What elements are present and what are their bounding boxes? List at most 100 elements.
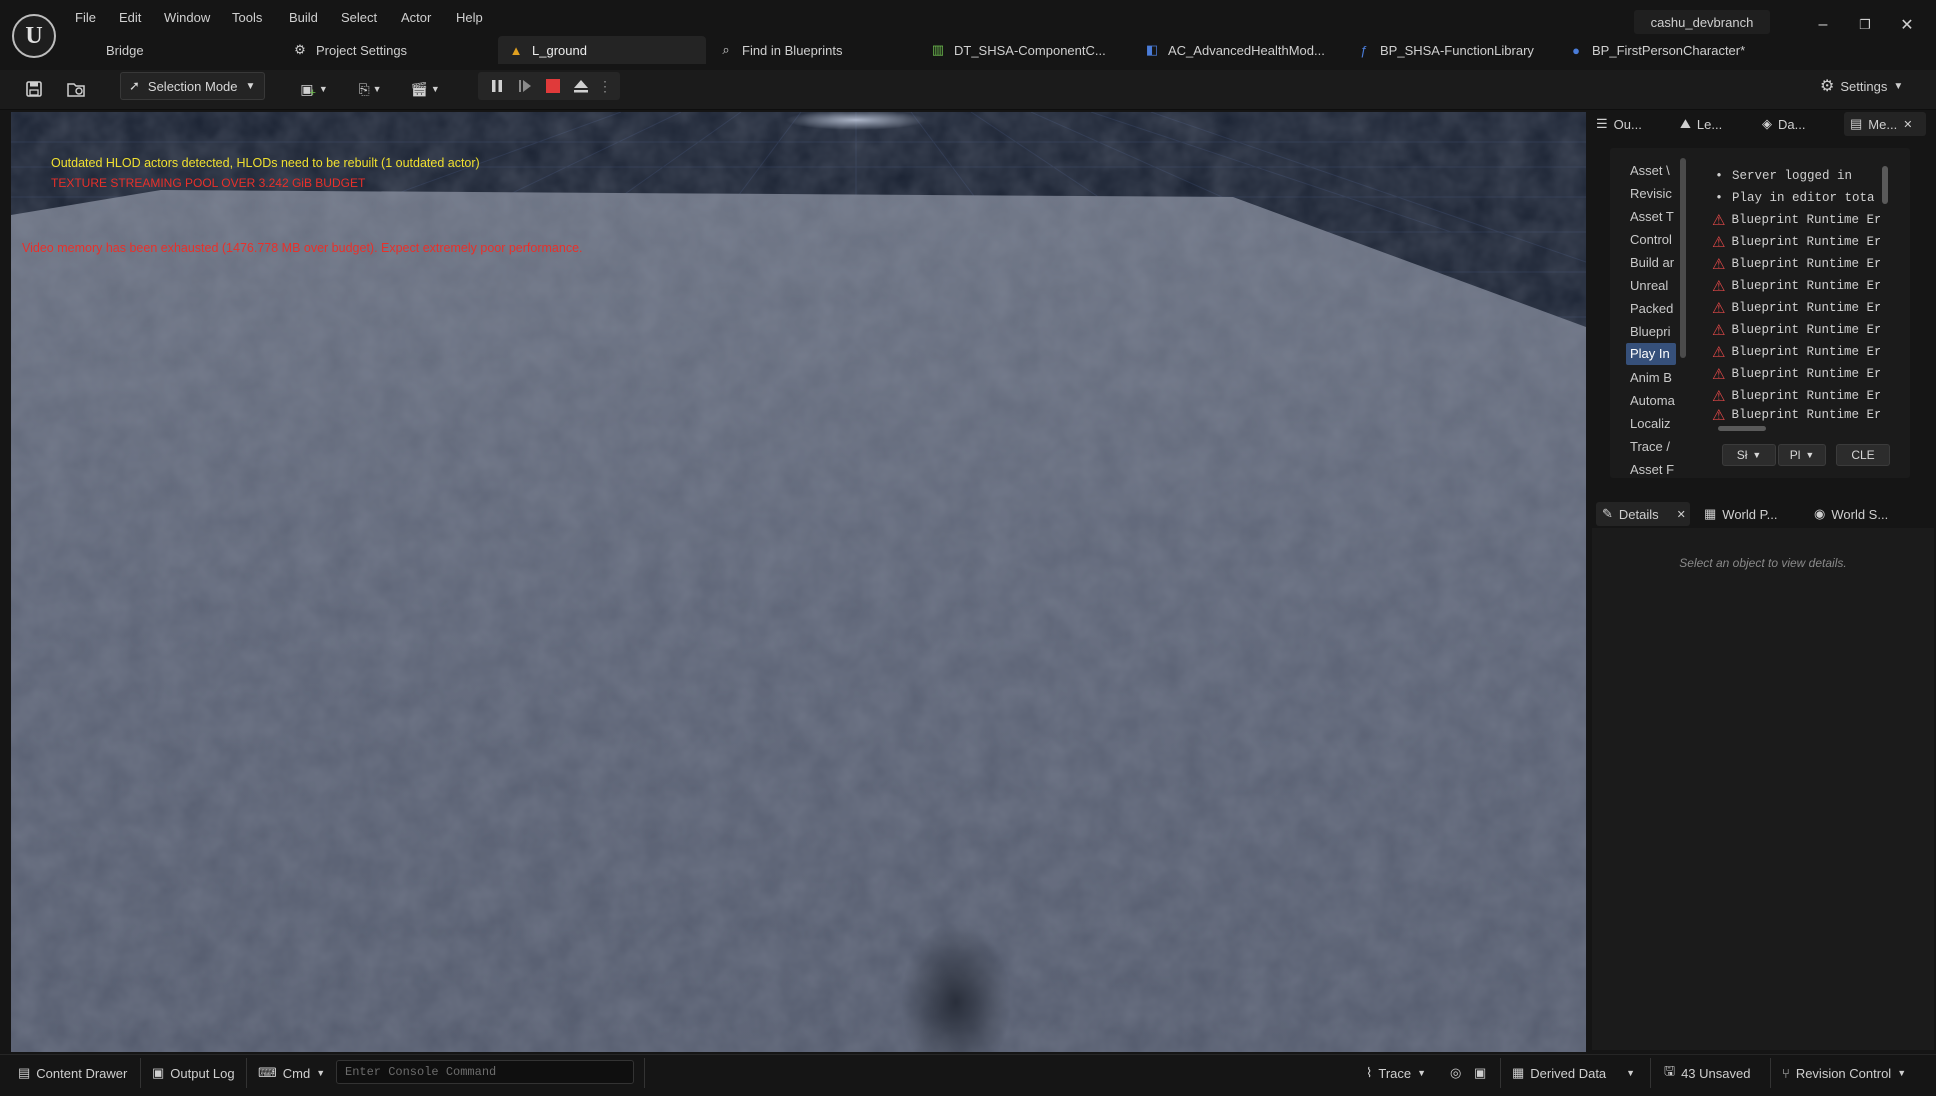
close-icon[interactable]: ✕: [1677, 508, 1686, 521]
log-line[interactable]: ⚠ Blueprint Runtime Er: [1712, 363, 1880, 385]
tab-message-log[interactable]: ▤ Me... ✕: [1844, 112, 1926, 136]
error-icon: ⚠: [1712, 277, 1726, 295]
output-log-button[interactable]: ▣ Output Log: [152, 1062, 235, 1084]
status-divider: [246, 1058, 247, 1088]
trace-dropdown[interactable]: ⌇ Trace ▼: [1366, 1062, 1426, 1084]
frame-skip-icon[interactable]: [514, 72, 536, 100]
log-line[interactable]: ⚠ Blueprint Runtime Er: [1712, 231, 1880, 253]
log-category[interactable]: Anim B: [1626, 367, 1676, 389]
log-line[interactable]: ⚠ Blueprint Runtime Er: [1712, 209, 1880, 231]
cmd-dropdown[interactable]: ⌨ Cmd ▼: [258, 1062, 325, 1084]
content-drawer-icon: ▤: [18, 1065, 31, 1080]
menu-window[interactable]: Window: [164, 10, 210, 25]
log-line[interactable]: ⚠ Blueprint Runtime Er: [1712, 297, 1880, 319]
settings-button[interactable]: ⚙ Settings ▼: [1820, 72, 1916, 100]
record-icon[interactable]: ◎: [1450, 1062, 1461, 1084]
settings-label: Settings: [1840, 78, 1888, 94]
tab-world-settings[interactable]: ◉ World S...: [1814, 502, 1904, 526]
blueprint-menu-icon[interactable]: ⎘ ▼: [350, 74, 390, 104]
revision-control-dropdown[interactable]: ⑂ Revision Control ▼: [1782, 1062, 1906, 1084]
log-category[interactable]: Control: [1626, 229, 1676, 251]
category-scrollbar[interactable]: [1680, 158, 1686, 358]
tab-details[interactable]: ✎ Details ✕: [1596, 502, 1690, 526]
tab-label: Find in Blueprints: [742, 42, 843, 58]
tab-label: BP_SHSA-FunctionLibrary: [1380, 42, 1534, 58]
eject-icon[interactable]: [570, 72, 592, 100]
log-scrollbar[interactable]: [1882, 166, 1888, 204]
log-category[interactable]: Revisic: [1626, 183, 1676, 205]
details-icon: ✎: [1602, 506, 1613, 521]
log-line[interactable]: ⚠ Blueprint Runtime Er: [1712, 319, 1880, 341]
log-line[interactable]: • Server logged in: [1712, 165, 1880, 187]
minimize-icon[interactable]: –: [1810, 12, 1836, 38]
error-icon: ⚠: [1712, 233, 1726, 251]
menu-select[interactable]: Select: [341, 10, 377, 25]
tab-find-in-blueprints[interactable]: ⌕ Find in Blueprints: [708, 36, 918, 64]
tab-outliner[interactable]: ☰ Ou...: [1596, 112, 1660, 136]
log-horizontal-scrollbar[interactable]: [1718, 426, 1766, 431]
pause-icon[interactable]: [486, 72, 508, 100]
save-icon[interactable]: [20, 74, 48, 104]
log-line[interactable]: • Play in editor tota: [1712, 187, 1880, 209]
show-filter-dropdown[interactable]: Sł ▼: [1722, 444, 1776, 466]
add-actor-icon[interactable]: ▣ + ▼: [294, 74, 334, 104]
tab-l-ground[interactable]: ▲ L_ground: [498, 36, 706, 64]
close-icon[interactable]: ✕: [1903, 118, 1912, 131]
tab-data-layers[interactable]: ◈ Da...: [1762, 112, 1826, 136]
gear-icon: ⚙: [1820, 78, 1835, 95]
log-category[interactable]: Packed: [1626, 298, 1676, 320]
texture-streaming-warning: TEXTURE STREAMING POOL OVER 3.242 GiB BU…: [51, 176, 366, 190]
tab-component[interactable]: ◧ AC_AdvancedHealthMod...: [1134, 36, 1346, 64]
content-drawer-button[interactable]: ▤ Content Drawer: [18, 1062, 127, 1084]
more-options-icon[interactable]: ⋮: [598, 72, 612, 100]
main-toolbar: [0, 70, 1936, 110]
log-text: Blueprint Runtime Er: [1731, 389, 1880, 403]
menu-actor[interactable]: Actor: [401, 10, 431, 25]
log-category[interactable]: Trace /: [1626, 436, 1676, 458]
console-command-input[interactable]: [336, 1060, 634, 1084]
log-category[interactable]: Localiz: [1626, 413, 1676, 435]
derived-data-dropdown[interactable]: ▦ Derived Data ▼: [1512, 1062, 1635, 1084]
selection-mode-dropdown[interactable]: ➚ Selection Mode ▼: [120, 72, 265, 100]
log-category[interactable]: Build ar: [1626, 252, 1676, 274]
log-category[interactable]: Unreal: [1626, 275, 1676, 297]
log-category[interactable]: Bluepri: [1626, 321, 1676, 343]
tab-function-library[interactable]: ƒ BP_SHSA-FunctionLibrary: [1346, 36, 1558, 64]
log-category[interactable]: Asset \: [1626, 160, 1676, 182]
clear-button[interactable]: CLE: [1836, 444, 1890, 466]
output-log-icon: ▣: [152, 1065, 165, 1080]
stop-icon[interactable]: [542, 72, 564, 100]
tab-levels[interactable]: ⛰ Le...: [1680, 112, 1744, 136]
level-viewport[interactable]: Outdated HLOD actors detected, HLODs nee…: [11, 112, 1586, 1052]
menu-build[interactable]: Build: [289, 10, 318, 25]
unreal-logo[interactable]: U: [12, 14, 56, 58]
tab-datatable[interactable]: ▥ DT_SHSA-ComponentC...: [920, 36, 1132, 64]
log-category[interactable]: Asset F: [1626, 459, 1676, 481]
browse-content-icon[interactable]: [62, 74, 90, 104]
tab-bridge[interactable]: Bridge: [96, 36, 276, 64]
log-line[interactable]: ⚠ Blueprint Runtime Er: [1712, 407, 1880, 423]
close-icon[interactable]: ✕: [1894, 12, 1920, 38]
log-line[interactable]: ⚠ Blueprint Runtime Er: [1712, 275, 1880, 297]
menu-edit[interactable]: Edit: [119, 10, 141, 25]
log-line[interactable]: ⚠ Blueprint Runtime Er: [1712, 253, 1880, 275]
unsaved-button[interactable]: 🖫︎ 43 Unsaved: [1664, 1062, 1750, 1084]
log-category[interactable]: Asset T: [1626, 206, 1676, 228]
page-dropdown[interactable]: Pl ▼: [1778, 444, 1826, 466]
tab-first-person-character[interactable]: ● BP_FirstPersonCharacter*: [1558, 36, 1768, 64]
cinematics-icon[interactable]: 🎬︎ ▼: [405, 74, 445, 104]
restore-icon[interactable]: ❐: [1852, 12, 1878, 38]
chevron-down-icon: ▼: [245, 80, 256, 92]
tab-project-settings[interactable]: ⚙ Project Settings: [282, 36, 492, 64]
log-category-selected[interactable]: Play In: [1626, 343, 1676, 365]
error-icon: ⚠: [1712, 407, 1726, 423]
log-category[interactable]: Automa: [1626, 390, 1676, 412]
menu-file[interactable]: File: [75, 10, 96, 25]
tab-label: Project Settings: [316, 42, 408, 58]
tab-world-partition[interactable]: ▦ World P...: [1704, 502, 1790, 526]
screenshot-icon[interactable]: ▣: [1474, 1062, 1486, 1084]
menu-tools[interactable]: Tools: [232, 10, 262, 25]
log-line[interactable]: ⚠ Blueprint Runtime Er: [1712, 341, 1880, 363]
menu-help[interactable]: Help: [456, 10, 483, 25]
log-line[interactable]: ⚠ Blueprint Runtime Er: [1712, 385, 1880, 407]
